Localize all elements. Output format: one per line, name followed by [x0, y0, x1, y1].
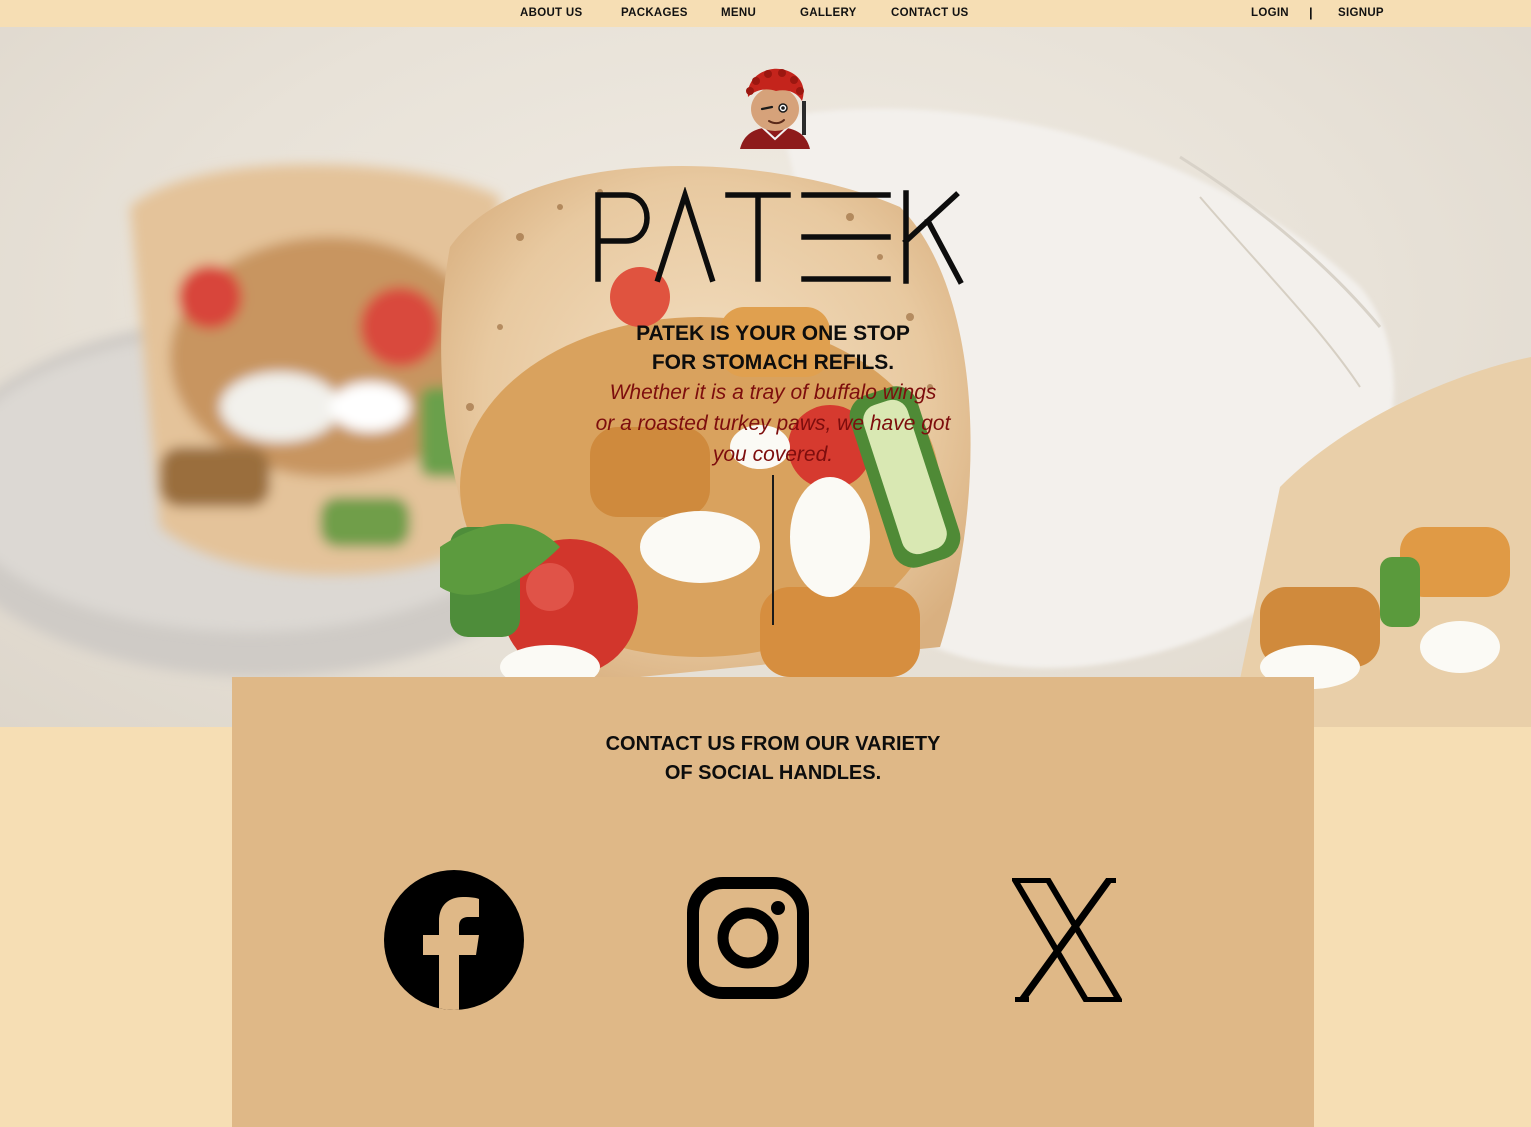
- patek-wordmark-logo: [595, 187, 964, 285]
- x-icon: [1012, 878, 1122, 1002]
- signup-link[interactable]: SIGNUP: [1338, 7, 1384, 19]
- facebook-icon: [384, 870, 524, 1010]
- hero-section: PATEK IS YOUR ONE STOP FOR STOMACH REFIL…: [0, 27, 1531, 727]
- facebook-link[interactable]: [383, 869, 525, 1011]
- instagram-icon: [687, 877, 809, 999]
- vertical-divider: [772, 475, 774, 625]
- tagline-line-1: PATEK IS YOUR ONE STOP: [636, 322, 910, 345]
- nav-contact-us[interactable]: CONTACT US: [891, 7, 969, 19]
- login-link[interactable]: LOGIN: [1251, 7, 1289, 19]
- nav-about-us[interactable]: ABOUT US: [520, 7, 582, 19]
- mascot-logo-icon: [740, 68, 810, 149]
- hero-subtagline: Whether it is a tray of buffalo wings or…: [565, 377, 981, 470]
- nav-separator: |: [1309, 5, 1313, 20]
- subtag-line-1: Whether it is a tray of buffalo wings: [609, 381, 937, 404]
- contact-title: CONTACT US FROM OUR VARIETY OF SOCIAL HA…: [532, 730, 1014, 788]
- contact-section: CONTACT US FROM OUR VARIETY OF SOCIAL HA…: [232, 677, 1314, 1127]
- top-navigation: ABOUT US PACKAGES MENU GALLERY CONTACT U…: [0, 0, 1531, 27]
- contact-title-line-2: OF SOCIAL HANDLES.: [664, 762, 882, 784]
- subtag-line-2: or a roasted turkey paws, we have got: [595, 412, 951, 435]
- contact-title-line-1: CONTACT US FROM OUR VARIETY: [605, 733, 941, 755]
- nav-gallery[interactable]: GALLERY: [800, 7, 857, 19]
- instagram-link[interactable]: [687, 877, 809, 999]
- subtag-line-3: you covered.: [712, 443, 834, 466]
- nav-menu[interactable]: MENU: [721, 7, 756, 19]
- x-link[interactable]: [1012, 878, 1122, 1002]
- tagline-line-2: FOR STOMACH REFILS.: [651, 351, 895, 374]
- nav-packages[interactable]: PACKAGES: [621, 7, 688, 19]
- hero-tagline: PATEK IS YOUR ONE STOP FOR STOMACH REFIL…: [560, 319, 986, 377]
